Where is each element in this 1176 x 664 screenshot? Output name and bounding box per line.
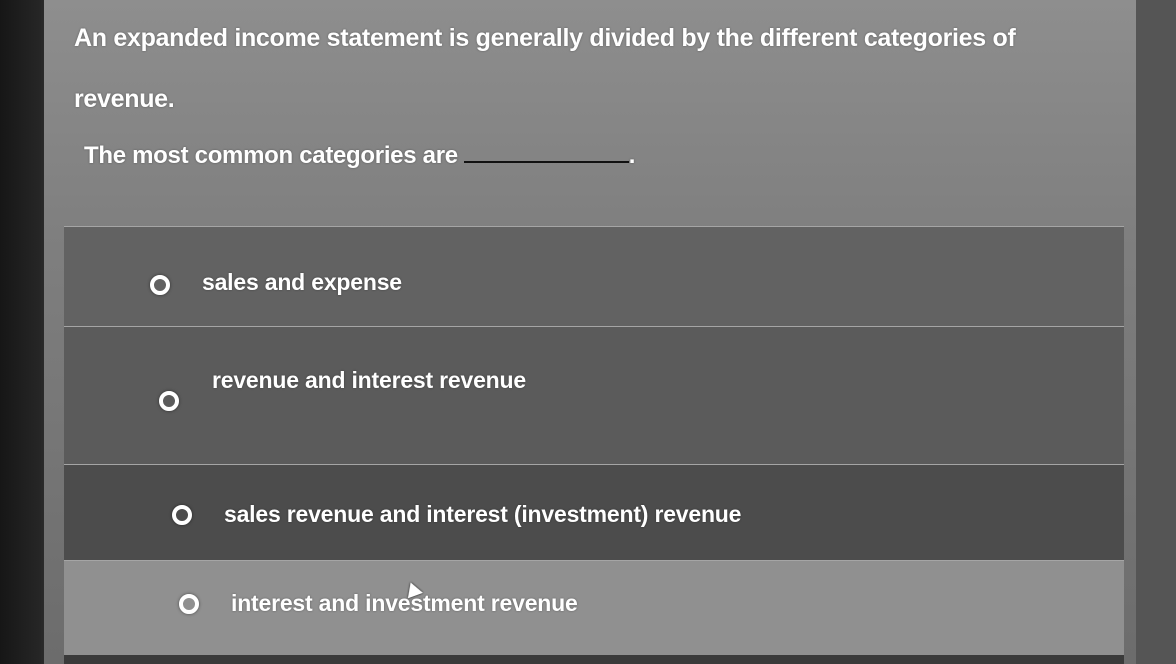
prompt-suffix: . (628, 142, 636, 169)
answer-option-3[interactable]: sales revenue and interest (investment) … (64, 464, 1124, 560)
question-text: An expanded income statement is generall… (74, 24, 1016, 113)
answer-option-label[interactable]: sales and expense (202, 269, 402, 296)
answer-option-1[interactable]: sales and expense (64, 226, 1124, 326)
answer-option-label[interactable]: interest and investment revenue (231, 590, 578, 617)
radio-unselected-icon[interactable] (179, 594, 199, 614)
prompt-line: The most common categories are. (84, 142, 635, 170)
prompt-text: The most common categories are (84, 142, 458, 169)
answer-option-label[interactable]: revenue and interest revenue (212, 367, 526, 394)
answer-option-label[interactable]: sales revenue and interest (investment) … (224, 501, 741, 528)
screen-bezel (1136, 0, 1176, 664)
answer-blank (463, 161, 629, 163)
question-panel: An expanded income statement is generall… (44, 0, 1136, 664)
radio-unselected-icon[interactable] (172, 505, 192, 525)
answer-option-4[interactable]: interest and investment revenue (64, 560, 1124, 655)
screen: An expanded income statement is generall… (0, 0, 1176, 664)
next-option-edge (64, 655, 1124, 664)
answer-option-2[interactable]: revenue and interest revenue (64, 326, 1124, 464)
radio-unselected-icon[interactable] (159, 391, 179, 411)
radio-unselected-icon[interactable] (150, 275, 170, 295)
